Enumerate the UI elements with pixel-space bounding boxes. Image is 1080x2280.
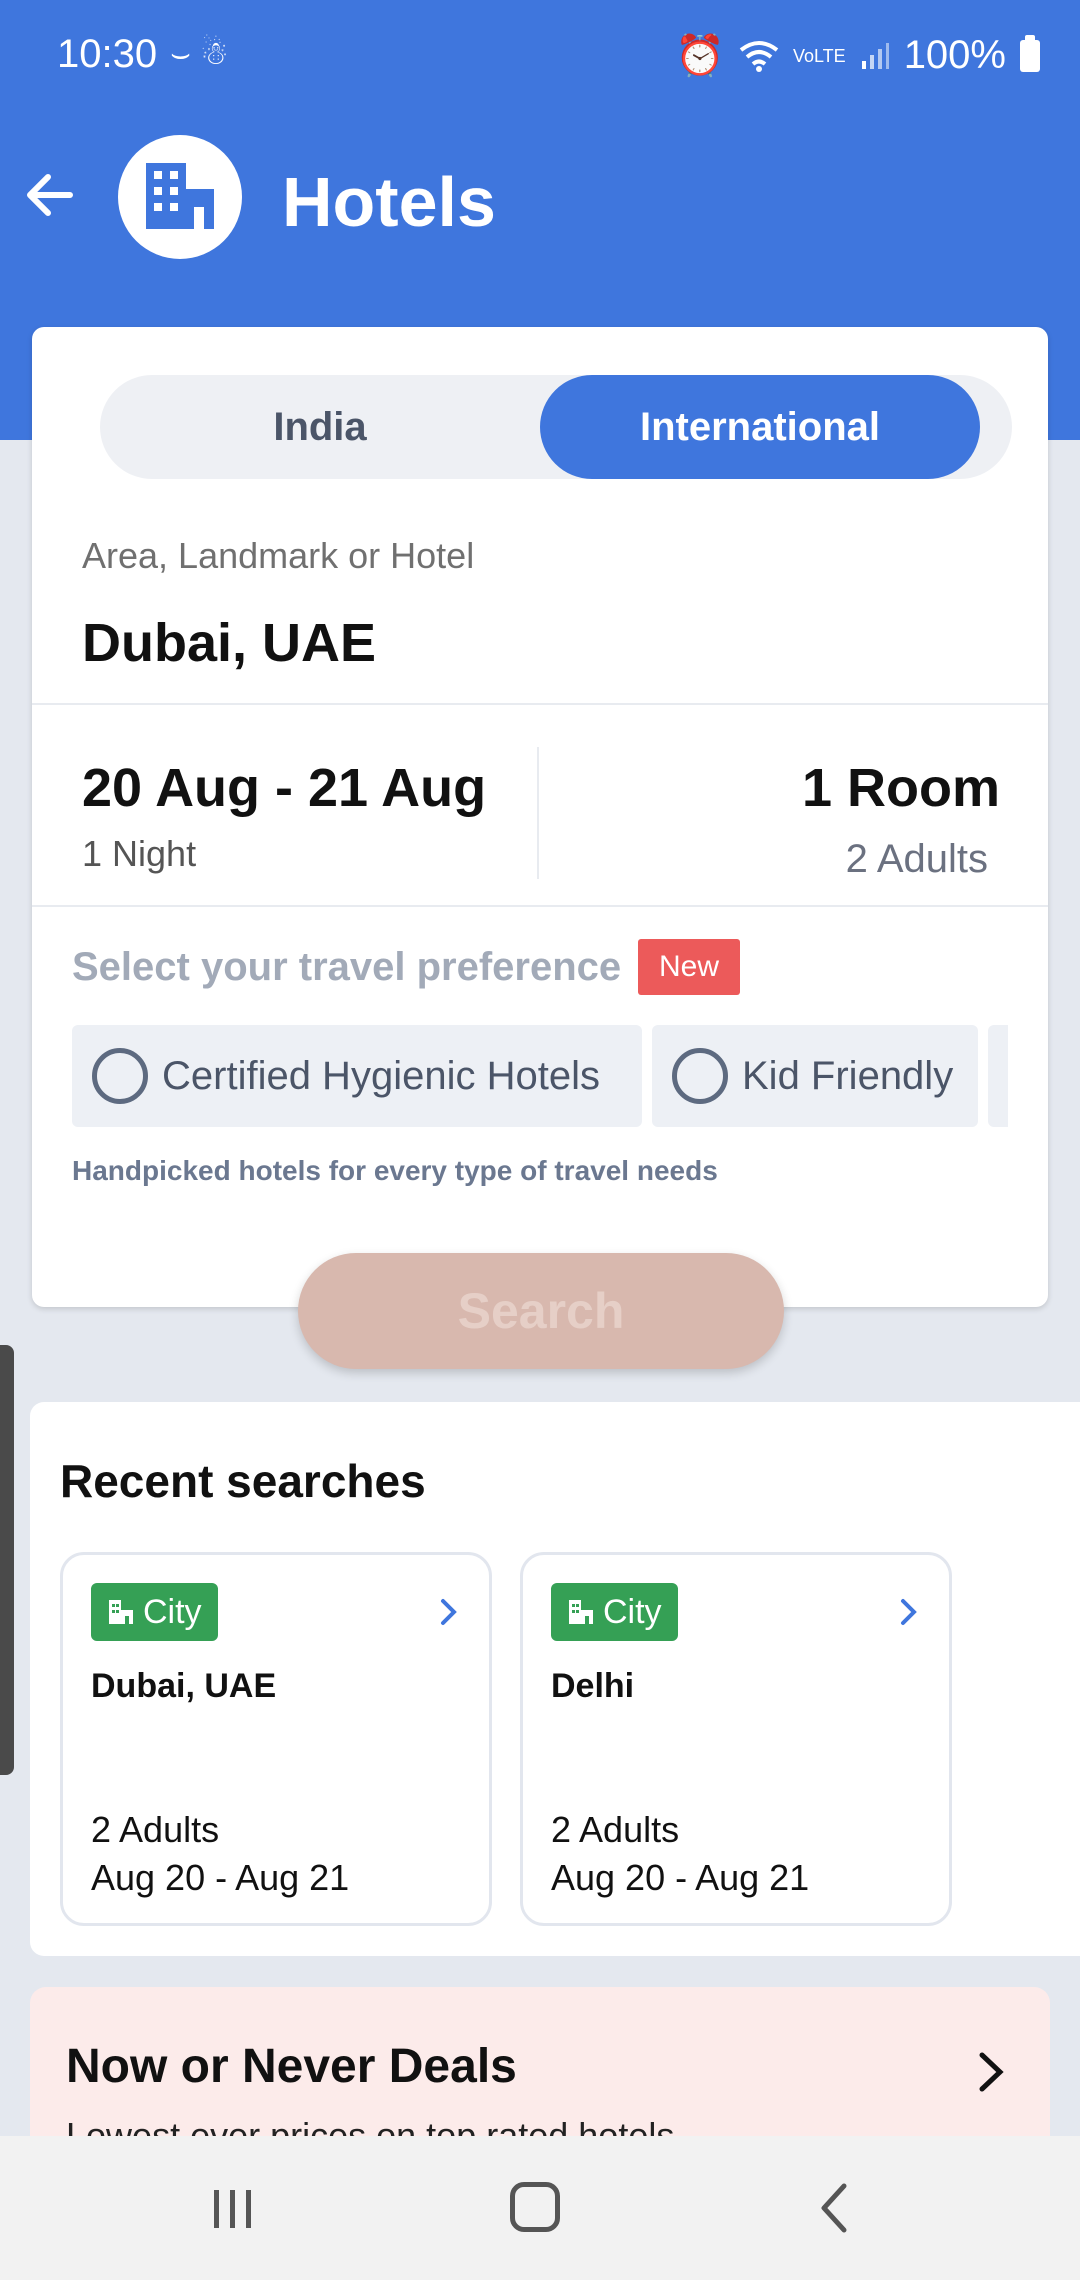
nights-count: 1 Night: [82, 833, 197, 874]
building-icon: [146, 163, 214, 229]
notification-icons: ⌣ ☃: [170, 35, 229, 71]
page-title: Hotels: [282, 163, 496, 241]
recent-search-guests: 2 Adults: [91, 1809, 220, 1850]
location-field[interactable]: Dubai, UAE: [82, 612, 376, 674]
status-right: ⏰ VoLTE 100%: [675, 32, 1040, 79]
recent-search-guests: 2 Adults: [551, 1809, 680, 1850]
chip-label: Certified Hygienic Hotels: [162, 1053, 600, 1098]
city-badge: City: [551, 1583, 678, 1641]
chevron-right-icon: [901, 1599, 917, 1625]
divider: [32, 703, 1048, 705]
home-icon[interactable]: [510, 2182, 560, 2232]
city-badge: City: [91, 1583, 218, 1641]
recent-search-destination: Dubai, UAE: [91, 1667, 277, 1705]
chevron-right-icon: [979, 2052, 1004, 2092]
status-bar: 10:30 ⌣ ☃ ⏰ VoLTE 100%: [0, 0, 1080, 110]
divider: [32, 905, 1048, 907]
location-label: Area, Landmark or Hotel: [82, 535, 475, 576]
back-arrow-icon[interactable]: [22, 165, 82, 225]
preference-chip-more[interactable]: [988, 1025, 1008, 1127]
preference-title: Select your travel preference: [72, 945, 622, 989]
rooms-field[interactable]: 1 Room: [802, 757, 1000, 819]
system-nav-bar: [0, 2136, 1080, 2280]
chevron-right-icon: [441, 1599, 457, 1625]
recent-searches-title: Recent searches: [60, 1455, 426, 1507]
back-icon[interactable]: [810, 2180, 860, 2236]
recent-searches-section: Recent searches City Dubai, UAE 2 Adults…: [30, 1402, 1080, 1956]
tab-international[interactable]: International: [540, 375, 980, 479]
recent-search-dates: Aug 20 - Aug 21: [91, 1857, 350, 1898]
recent-search-card[interactable]: City Delhi 2 Adults Aug 20 - Aug 21: [520, 1552, 952, 1926]
new-badge: New: [638, 939, 740, 995]
wifi-icon: [739, 40, 779, 72]
date-range-field[interactable]: 20 Aug - 21 Aug: [82, 757, 486, 819]
city-badge-label: City: [143, 1592, 202, 1631]
hotel-logo: [118, 135, 242, 259]
preference-chip-hygienic[interactable]: Certified Hygienic Hotels: [72, 1025, 642, 1127]
lte-icon: VoLTE: [792, 45, 846, 66]
battery-percent: 100%: [903, 33, 1006, 77]
region-toggle: India International: [100, 375, 1012, 479]
preference-chip-kid-friendly[interactable]: Kid Friendly: [652, 1025, 978, 1127]
radio-icon: [92, 1048, 148, 1104]
recent-search-destination: Delhi: [551, 1667, 635, 1705]
battery-icon: [1020, 34, 1040, 72]
signal-icon: [861, 42, 889, 69]
edge-panel-handle[interactable]: [0, 1345, 14, 1775]
guests-count: 2 Adults: [845, 837, 988, 881]
preference-subtitle: Handpicked hotels for every type of trav…: [72, 1155, 718, 1186]
city-badge-label: City: [603, 1592, 662, 1631]
building-icon: [109, 1600, 133, 1624]
radio-icon: [672, 1048, 728, 1104]
recent-search-card[interactable]: City Dubai, UAE 2 Adults Aug 20 - Aug 21: [60, 1552, 492, 1926]
status-time: 10:30: [57, 32, 158, 76]
recent-search-dates: Aug 20 - Aug 21: [551, 1857, 810, 1898]
deals-title: Now or Never Deals: [66, 2040, 517, 2093]
search-card: India International Area, Landmark or Ho…: [32, 327, 1048, 1307]
building-icon: [569, 1600, 593, 1624]
chip-label: Kid Friendly: [742, 1053, 954, 1098]
alarm-icon: ⏰: [675, 34, 725, 78]
tab-india[interactable]: India: [100, 375, 540, 479]
search-button[interactable]: Search: [298, 1253, 784, 1369]
recent-apps-icon[interactable]: [208, 2184, 258, 2234]
vertical-divider: [537, 747, 539, 879]
